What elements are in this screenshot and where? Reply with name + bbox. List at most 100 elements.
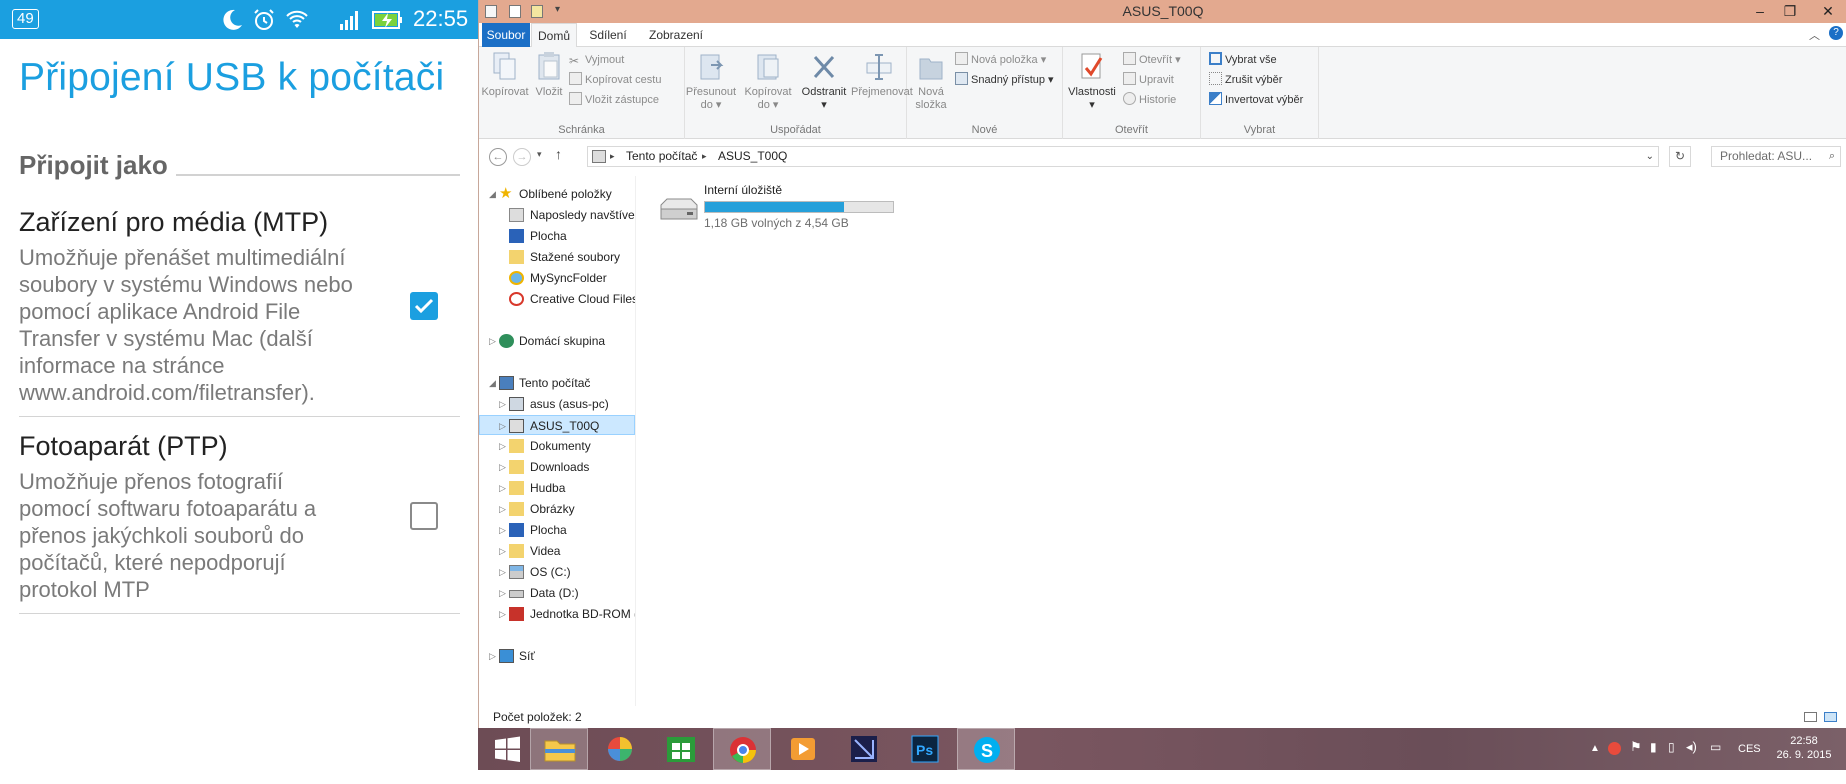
address-bar[interactable]: ▸ Tento počítač ▸ ASUS_T00Q ⌄ xyxy=(587,146,1659,167)
nav-creative-cloud[interactable]: Creative Cloud Files xyxy=(479,289,635,309)
tab-home[interactable]: Domů xyxy=(531,23,577,48)
open-button[interactable]: Otevřít ▾ xyxy=(1123,51,1181,69)
taskbar-video-app[interactable] xyxy=(835,728,893,770)
nav-os-c[interactable]: ▷ OS (C:) xyxy=(479,562,635,582)
group-label: Vybrat xyxy=(1243,124,1276,136)
new-item-button[interactable]: Nová položka ▾ xyxy=(955,51,1046,69)
nav-recent[interactable]: Naposledy navštíven xyxy=(479,205,635,225)
nav-downloads[interactable]: ▷ Downloads xyxy=(479,457,635,477)
star-icon: ★ xyxy=(499,185,513,202)
nav-documents[interactable]: ▷ Dokumenty xyxy=(479,436,635,456)
nav-downloads-fav[interactable]: Stažené soubory xyxy=(479,247,635,267)
input-language[interactable]: CES xyxy=(1738,742,1761,784)
ptp-checkbox[interactable] xyxy=(410,502,438,530)
nav-this-pc[interactable]: ◢ Tento počítač xyxy=(479,373,635,393)
device-icon xyxy=(592,150,606,163)
taskbar-app-colorful[interactable] xyxy=(591,728,649,770)
show-hidden-icons-button[interactable]: ▲ xyxy=(1590,742,1600,784)
large-icons-view-icon[interactable] xyxy=(1824,712,1837,722)
edit-button[interactable]: Upravit xyxy=(1123,71,1174,89)
taskbar-store[interactable] xyxy=(652,728,710,770)
recent-locations-icon[interactable]: ▾ xyxy=(537,149,542,160)
delete-button[interactable]: Odstranit ▾ xyxy=(795,51,853,112)
expand-arrow-icon: ◢ xyxy=(489,378,496,388)
action-center-flag-icon[interactable]: ⚑ xyxy=(1630,740,1642,782)
nav-favorites[interactable]: ◢ ★ Oblíbené položky xyxy=(479,184,635,204)
nav-label: OS (C:) xyxy=(530,565,571,579)
help-icon[interactable]: ? xyxy=(1829,26,1843,40)
invert-selection-button[interactable]: Invertovat výběr xyxy=(1209,91,1303,109)
paste-shortcut-button[interactable]: Vložit zástupce xyxy=(569,91,659,109)
details-view-icon[interactable] xyxy=(1804,712,1817,722)
address-dropdown-icon[interactable]: ⌄ xyxy=(1646,147,1654,166)
select-all-icon xyxy=(1209,52,1222,65)
nav-asus-t00q[interactable]: ▷ ASUS_T00Q xyxy=(479,415,635,435)
battery-tray-icon[interactable]: ▮ xyxy=(1650,740,1657,782)
minimize-button[interactable]: ‒ xyxy=(1745,0,1775,22)
start-button[interactable] xyxy=(478,728,536,770)
nav-music[interactable]: ▷ Hudba xyxy=(479,478,635,498)
nav-data-d[interactable]: ▷ Data (D:) xyxy=(479,583,635,603)
copy-path-button[interactable]: Kopírovat cestu xyxy=(569,71,661,89)
up-button[interactable]: ↑ xyxy=(555,146,562,162)
nav-mysyncfolder[interactable]: MySyncFolder xyxy=(479,268,635,288)
nav-network[interactable]: ▷ Síť xyxy=(479,646,635,666)
title-bar[interactable]: ▾ ASUS_T00Q ‒ ❐ ✕ xyxy=(479,0,1846,23)
breadcrumb-device[interactable]: ASUS_T00Q xyxy=(718,147,787,166)
paste-button[interactable]: Vložit xyxy=(529,51,569,99)
edit-label: Upravit xyxy=(1139,74,1174,86)
nav-desktop[interactable]: Plocha xyxy=(479,226,635,246)
mtp-checkbox[interactable] xyxy=(410,292,438,320)
nav-desktop-pc[interactable]: ▷ Plocha xyxy=(479,520,635,540)
nav-homegroup[interactable]: ▷ Domácí skupina xyxy=(479,331,635,351)
nav-pictures[interactable]: ▷ Obrázky xyxy=(479,499,635,519)
back-button[interactable]: ← xyxy=(489,148,507,166)
network-tray-icon[interactable]: ▭ xyxy=(1710,740,1721,782)
taskbar-chrome[interactable] xyxy=(713,728,771,770)
collapse-arrow-icon: ▷ xyxy=(499,609,506,619)
sync-folder-icon xyxy=(509,271,524,285)
properties-button[interactable]: Vlastnosti ▾ xyxy=(1063,51,1121,112)
nav-label: Videa xyxy=(530,544,561,558)
nav-bd-rom[interactable]: ▷ Jednotka BD-ROM (I xyxy=(479,604,635,624)
tab-share[interactable]: Sdílení xyxy=(583,23,633,47)
new-folder-button[interactable]: Nová složka xyxy=(907,51,955,112)
system-drive-icon xyxy=(509,565,524,579)
nav-label: Downloads xyxy=(530,460,590,474)
nav-label: MySyncFolder xyxy=(530,271,607,285)
refresh-button[interactable]: ↻ xyxy=(1669,146,1691,167)
nav-label: Tento počítač xyxy=(519,376,591,390)
checkmark-icon xyxy=(414,298,434,314)
taskbar-skype[interactable]: S xyxy=(957,728,1015,770)
close-button[interactable]: ✕ xyxy=(1809,0,1846,22)
tab-view[interactable]: Zobrazení xyxy=(641,23,711,47)
nav-videos[interactable]: ▷ Videa xyxy=(479,541,635,561)
move-to-button[interactable]: Přesunout do ▾ xyxy=(685,51,737,112)
collapse-ribbon-icon[interactable]: ︿ xyxy=(1809,27,1820,43)
search-input[interactable]: Prohledat: ASU... ⌕ xyxy=(1711,146,1841,167)
nav-label: Obrázky xyxy=(530,502,575,516)
taskbar-media-player[interactable] xyxy=(774,728,832,770)
nav-asus-pc[interactable]: ▷ asus (asus-pc) xyxy=(479,394,635,414)
breadcrumb-this-pc[interactable]: Tento počítač xyxy=(626,147,697,166)
forward-button[interactable]: → xyxy=(513,148,531,166)
select-none-button[interactable]: Zrušit výběr xyxy=(1209,71,1282,89)
window-title: ASUS_T00Q xyxy=(1122,3,1204,19)
rename-button[interactable]: Přejmenovat xyxy=(851,51,913,99)
select-all-button[interactable]: Vybrat vše xyxy=(1209,51,1277,69)
tab-file[interactable]: Soubor xyxy=(482,23,530,47)
homegroup-icon xyxy=(499,334,514,348)
invert-selection-label: Invertovat výběr xyxy=(1225,94,1304,106)
drive-usage-bar xyxy=(704,201,894,213)
copy-button[interactable]: Kopírovat xyxy=(479,51,531,99)
device-tray-icon[interactable]: ▯ xyxy=(1668,740,1675,782)
taskbar-photoshop[interactable]: Ps xyxy=(896,728,954,770)
volume-icon[interactable]: ◂) xyxy=(1686,740,1697,782)
maximize-button[interactable]: ❐ xyxy=(1775,0,1805,22)
cut-button[interactable]: ✂ Vyjmout xyxy=(569,51,624,69)
history-button[interactable]: Historie xyxy=(1123,91,1176,109)
chrome-tray-icon[interactable] xyxy=(1608,742,1621,755)
copy-to-button[interactable]: Kopírovat do ▾ xyxy=(742,51,794,112)
easy-access-button[interactable]: Snadný přístup ▾ xyxy=(955,71,1054,89)
taskbar-explorer[interactable] xyxy=(530,728,588,770)
